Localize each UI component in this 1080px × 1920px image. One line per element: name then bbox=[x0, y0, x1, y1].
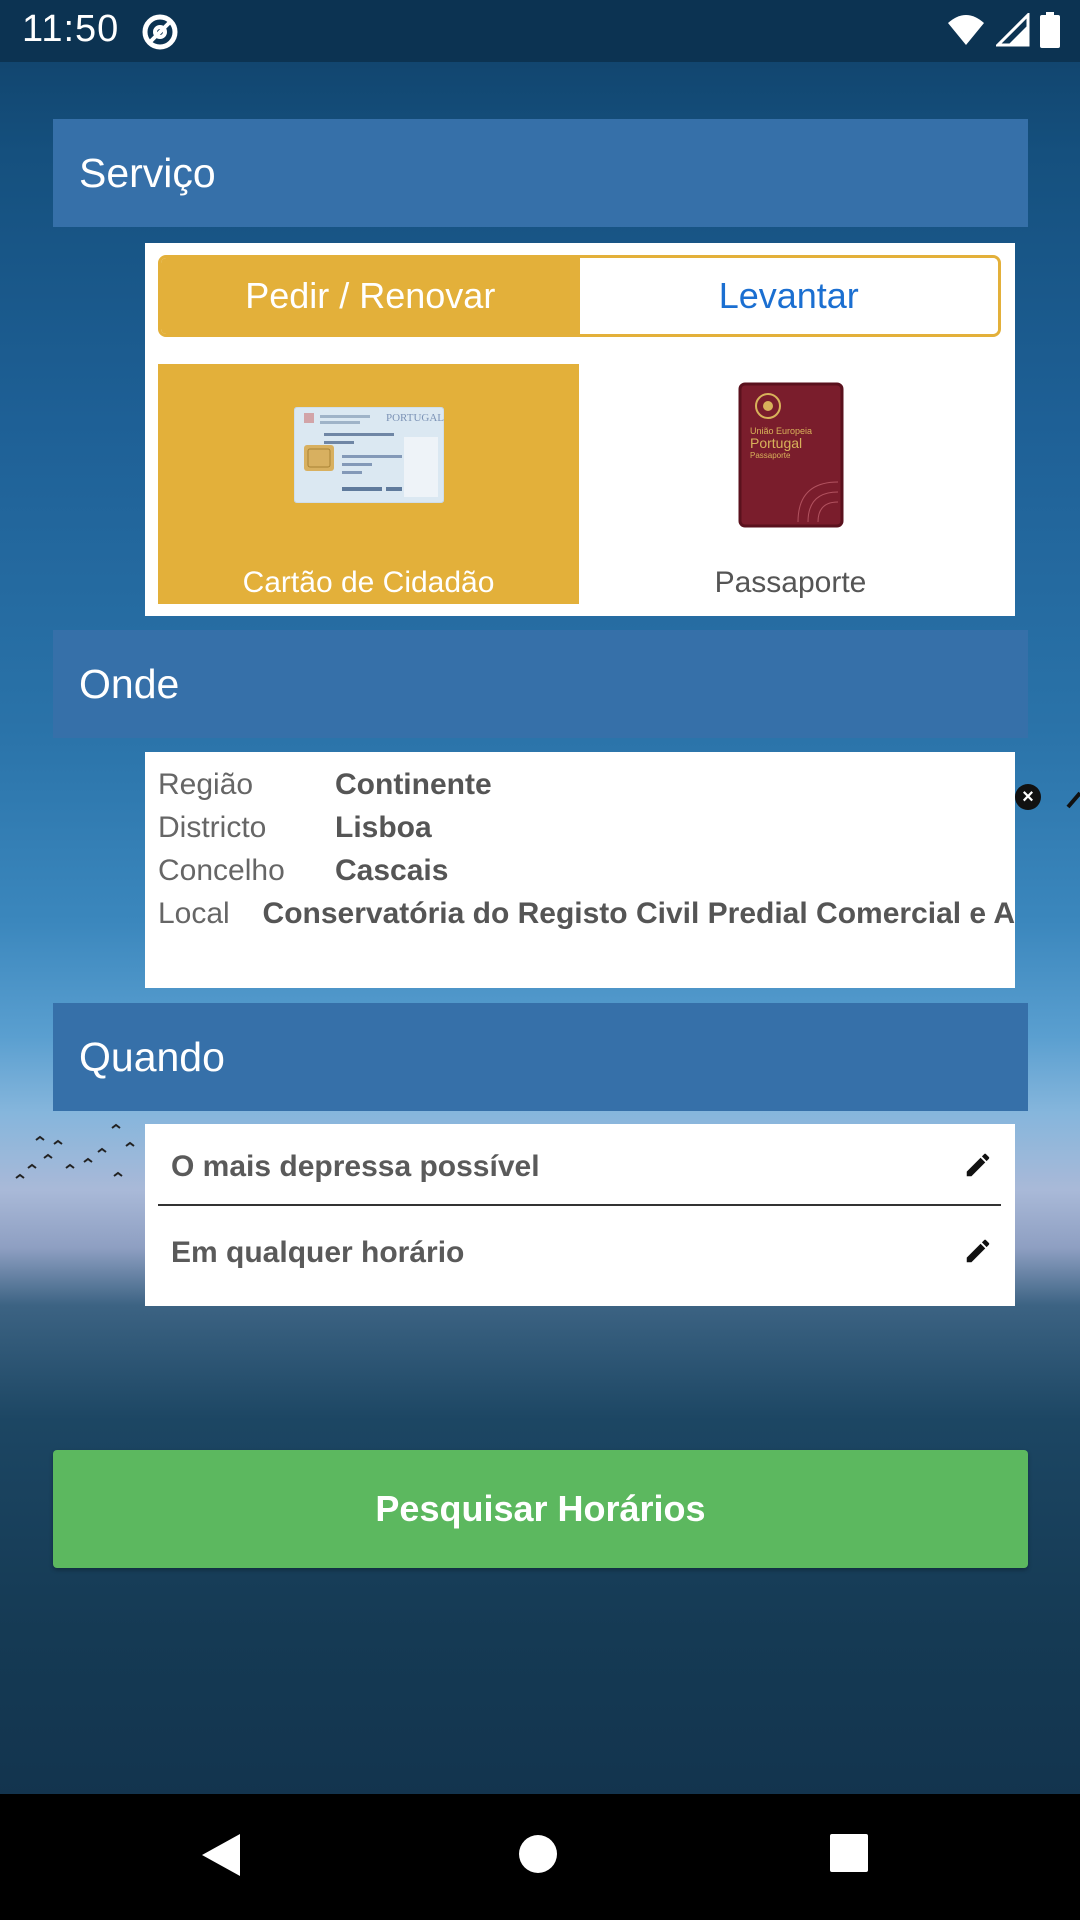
onde-label: Região bbox=[158, 768, 254, 801]
onde-row-regiao: Região Continente bbox=[158, 768, 492, 808]
onde-row-concelho: Concelho Cascais bbox=[158, 854, 448, 894]
onde-row-districto: Districto Lisboa bbox=[158, 811, 432, 851]
tab-pedir-renovar[interactable]: Pedir / Renovar bbox=[161, 258, 580, 334]
onde-value: Continente bbox=[335, 768, 492, 801]
status-icons bbox=[946, 10, 1060, 50]
edit-pencil-icon[interactable] bbox=[963, 1236, 993, 1266]
battery-icon bbox=[1040, 12, 1060, 48]
passport-image: União Europeia Portugal Passaporte bbox=[738, 382, 843, 528]
option-cartao-de-cidadao[interactable]: PORTUGAL Cartão de Cidadão bbox=[158, 364, 579, 604]
service-type-toggle: Pedir / Renovar Levantar bbox=[158, 255, 1001, 337]
onde-label: Local bbox=[158, 897, 230, 930]
section-header-onde: Onde bbox=[53, 630, 1028, 738]
recent-apps-icon[interactable] bbox=[828, 1832, 870, 1874]
wifi-icon bbox=[948, 15, 984, 45]
quando-panel: O mais depressa possível Em qualquer hor… bbox=[145, 1124, 1015, 1306]
onde-label: Districto bbox=[158, 811, 267, 844]
cellular-signal-icon bbox=[996, 13, 1030, 47]
svg-text:Passaporte: Passaporte bbox=[750, 451, 791, 460]
back-icon[interactable] bbox=[200, 1832, 242, 1878]
onde-label: Concelho bbox=[158, 854, 285, 887]
quando-date-text: O mais depressa possível bbox=[171, 1150, 540, 1183]
edit-location-icon[interactable] bbox=[1066, 785, 1080, 809]
edit-pencil-icon[interactable] bbox=[963, 1150, 993, 1180]
svg-text:Portugal: Portugal bbox=[750, 435, 802, 451]
section-header-servico: Serviço bbox=[53, 119, 1028, 227]
clear-location-icon[interactable]: × bbox=[1015, 784, 1041, 810]
onde-panel[interactable]: Região Continente Districto Lisboa Conce… bbox=[145, 752, 1015, 988]
search-schedules-button[interactable]: Pesquisar Horários bbox=[53, 1450, 1028, 1568]
quando-time-text: Em qualquer horário bbox=[171, 1236, 465, 1269]
quando-row-time[interactable]: Em qualquer horário bbox=[158, 1210, 1001, 1292]
section-header-quando: Quando bbox=[53, 1003, 1028, 1111]
birds-background-decoration bbox=[15, 1123, 135, 1179]
home-icon[interactable] bbox=[516, 1832, 560, 1876]
servico-panel: Pedir / Renovar Levantar PORTUGAL Cartão… bbox=[145, 243, 1015, 616]
option-label-cartao: Cartão de Cidadão bbox=[242, 566, 495, 599]
at-sign-notification-icon bbox=[142, 14, 178, 50]
onde-row-local: Local Conservatória do Registo Civil Pre… bbox=[158, 897, 1015, 937]
svg-text:PORTUGAL: PORTUGAL bbox=[386, 412, 444, 424]
tab-levantar[interactable]: Levantar bbox=[579, 258, 998, 334]
option-passaporte[interactable]: União Europeia Portugal Passaporte Passa… bbox=[580, 364, 1001, 604]
onde-value: Lisboa bbox=[335, 811, 432, 844]
onde-value: Conservatória do Registo Civil Predial C… bbox=[262, 897, 1015, 930]
quando-row-date[interactable]: O mais depressa possível bbox=[158, 1124, 1001, 1206]
navigation-bar bbox=[0, 1794, 1080, 1920]
option-label-passaporte: Passaporte bbox=[714, 566, 867, 599]
onde-value: Cascais bbox=[335, 854, 449, 887]
status-time: 11:50 bbox=[22, 8, 120, 50]
citizen-card-image: PORTUGAL bbox=[293, 407, 444, 503]
status-bar: 11:50 bbox=[0, 0, 1080, 62]
